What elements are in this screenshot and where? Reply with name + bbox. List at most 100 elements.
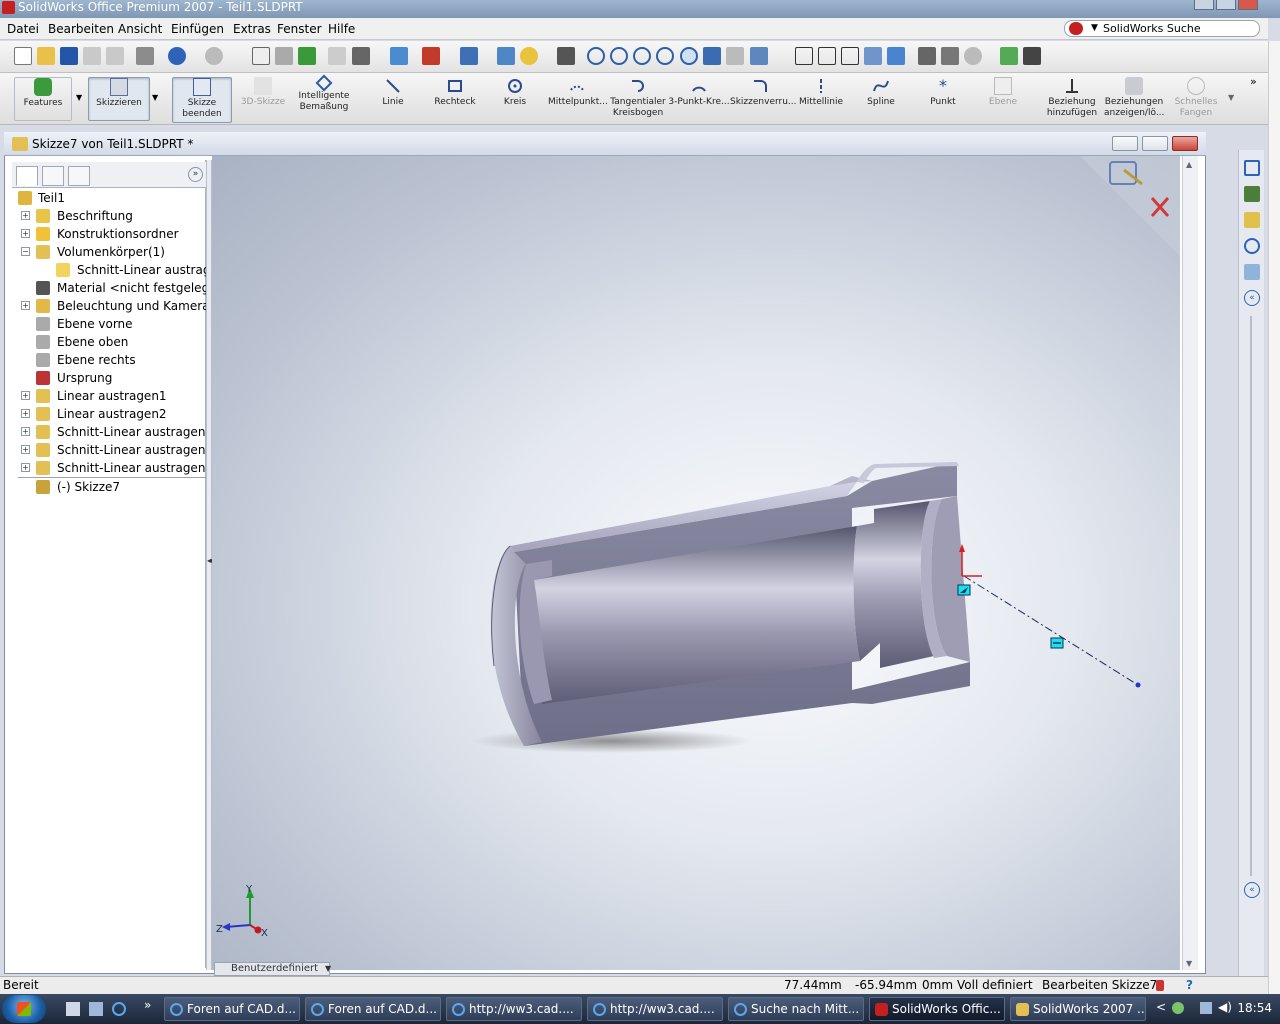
task-foren-cad-2[interactable]: Foren auf CAD.d... (305, 997, 441, 1021)
confirmation-corner[interactable] (1080, 156, 1180, 256)
solidworks-search[interactable]: ▼ SolidWorks Suche (1064, 20, 1260, 37)
hidden-lines-removed-icon[interactable] (841, 47, 859, 65)
tree-expand-icon[interactable]: + (21, 391, 30, 400)
mittelpunkt-button[interactable]: Mittelpunkt... (548, 77, 608, 108)
chevron-down-icon[interactable]: ▼ (325, 963, 331, 975)
part-model[interactable] (472, 462, 970, 753)
task-ww3-cad-1[interactable]: http://ww3.cad.... (446, 997, 582, 1021)
save-icon[interactable] (60, 47, 78, 65)
tree-node[interactable]: Ebene oben (18, 333, 206, 351)
tree-node[interactable]: + Beschriftung (18, 207, 206, 225)
options-icon[interactable] (390, 47, 408, 65)
help-icon[interactable] (520, 47, 538, 65)
zoom-area-icon[interactable] (610, 47, 628, 65)
wireframe-icon[interactable] (795, 47, 813, 65)
skizzieren-tab[interactable]: Skizzieren (88, 77, 150, 121)
taskbar-clock[interactable]: 18:54 (1237, 1001, 1272, 1015)
minimize-button[interactable] (1194, 0, 1214, 10)
task-solidworks-office[interactable]: SolidWorks Offic... (869, 997, 1005, 1021)
vertical-scrollbar[interactable]: ▲ ▼ (1182, 156, 1198, 970)
3d-skizze-button[interactable]: 3D-Skizze (236, 77, 290, 108)
tree-expand-icon[interactable]: + (21, 445, 30, 454)
tangentialer-kreisbogen-button[interactable]: Tangentialer Kreisbogen (608, 77, 668, 119)
standard-views-icon[interactable] (750, 47, 768, 65)
shadow-icon[interactable] (918, 47, 936, 65)
start-button[interactable] (2, 995, 46, 1023)
configurationmanager-tab[interactable] (68, 166, 90, 186)
tree-expand-icon[interactable]: + (21, 409, 30, 418)
section-view-icon[interactable] (941, 47, 959, 65)
doc-close-button[interactable] (1172, 136, 1198, 151)
show-desktop-icon[interactable] (66, 1002, 80, 1016)
smart-dimension-button[interactable]: Intelligente Bemaßung (294, 74, 354, 113)
shaded-icon[interactable] (887, 47, 905, 65)
rotate-icon[interactable] (680, 47, 698, 65)
scroll-up-icon[interactable]: ▲ (1186, 160, 1192, 169)
tree-node[interactable]: − Volumenkörper(1) (18, 243, 206, 261)
tree-root[interactable]: Teil1 (18, 189, 208, 207)
features-dropdown-icon[interactable]: ▼ (76, 93, 82, 102)
sketch-centerline[interactable] (963, 575, 1141, 688)
featuremanager-tab[interactable] (16, 166, 38, 186)
tree-node[interactable]: Ursprung (18, 369, 206, 387)
skizze-beenden-button[interactable]: Skizze beenden (172, 77, 232, 123)
plugin-icon[interactable] (1000, 47, 1018, 65)
select-icon[interactable] (252, 47, 270, 65)
tree-node[interactable]: Ebene vorne (18, 315, 206, 333)
tree-node[interactable]: + Schnitt-Linear austragen3 (18, 459, 213, 477)
tree-node[interactable]: + Konstruktionsordner (18, 225, 206, 243)
home-icon[interactable] (1244, 160, 1260, 176)
ebene-button[interactable]: Ebene (982, 77, 1024, 108)
punkt-button[interactable]: * Punkt (922, 77, 964, 108)
tree-node[interactable]: (-) Skizze7 (18, 477, 206, 495)
task-solidworks-2007[interactable]: SolidWorks 2007 ... (1010, 997, 1146, 1021)
view-orientation-label[interactable]: Benutzerdefiniert ▼ (214, 962, 331, 976)
tree-node[interactable]: Schnitt-Linear austragen (18, 261, 225, 279)
tree-expand-icon[interactable]: + (21, 427, 30, 436)
realview-icon[interactable] (964, 47, 982, 65)
task-foren-cad-1[interactable]: Foren auf CAD.d... (164, 997, 300, 1021)
list-icon[interactable] (497, 47, 515, 65)
layout-icon[interactable] (460, 47, 478, 65)
roll-view-icon[interactable] (726, 47, 744, 65)
zoom-selection-icon[interactable] (656, 47, 674, 65)
graphics-area[interactable]: Y Z X (212, 156, 1180, 970)
menu-hilfe[interactable]: Hilfe (328, 22, 355, 36)
tree-node[interactable]: + Linear austragen1 (18, 387, 206, 405)
task-ww3-cad-2[interactable]: http://ww3.cad.... (587, 997, 723, 1021)
mittellinie-button[interactable]: Mittellinie (796, 77, 846, 108)
rechteck-button[interactable]: Rechteck (430, 77, 480, 108)
schnelles-fangen-button[interactable]: Schnelles Fangen (1170, 77, 1222, 119)
zoom-in-out-icon[interactable] (633, 47, 651, 65)
3d-box-icon[interactable] (422, 47, 440, 65)
tree-expand-icon[interactable]: − (21, 247, 30, 256)
tree-node[interactable]: + Beleuchtung und Kameras (18, 297, 216, 315)
task-suche-nach[interactable]: Suche nach Mitt... (728, 997, 864, 1021)
toolbox-icon[interactable] (1023, 47, 1041, 65)
tree-expand-icon[interactable]: + (21, 229, 30, 238)
tree-node[interactable]: Material <nicht festgelegt> (18, 279, 224, 297)
menu-extras[interactable]: Extras (233, 22, 271, 36)
switch-windows-icon[interactable] (89, 1002, 103, 1016)
collapse-pane-icon[interactable]: « (1244, 290, 1260, 306)
close-button[interactable] (1238, 0, 1258, 10)
tree-expand-icon[interactable]: + (21, 211, 30, 220)
kreis-button[interactable]: Kreis (494, 77, 536, 108)
rebuild-indicator-icon[interactable] (1156, 980, 1164, 991)
measure-icon[interactable] (557, 47, 575, 65)
doc-minimize-button[interactable] (1112, 136, 1138, 151)
zoom-fit-icon[interactable] (587, 47, 605, 65)
design-library-icon[interactable] (1244, 186, 1260, 202)
menu-datei[interactable]: Datei (7, 22, 39, 36)
tree-expand-icon[interactable]: + (21, 463, 30, 472)
menu-bearbeiten[interactable]: Bearbeiten (48, 22, 114, 36)
view-palette-icon[interactable] (1244, 264, 1260, 280)
doc-restore-button[interactable] (1142, 136, 1168, 151)
menu-fenster[interactable]: Fenster (277, 22, 322, 36)
select-filter-icon[interactable] (275, 47, 293, 65)
file-explorer-icon[interactable] (1244, 212, 1260, 228)
sketch-endpoint-icon[interactable] (1135, 682, 1141, 688)
new-icon[interactable] (14, 47, 32, 65)
tray-expand-icon[interactable]: < (1156, 1000, 1166, 1014)
pan-icon[interactable] (703, 47, 721, 65)
